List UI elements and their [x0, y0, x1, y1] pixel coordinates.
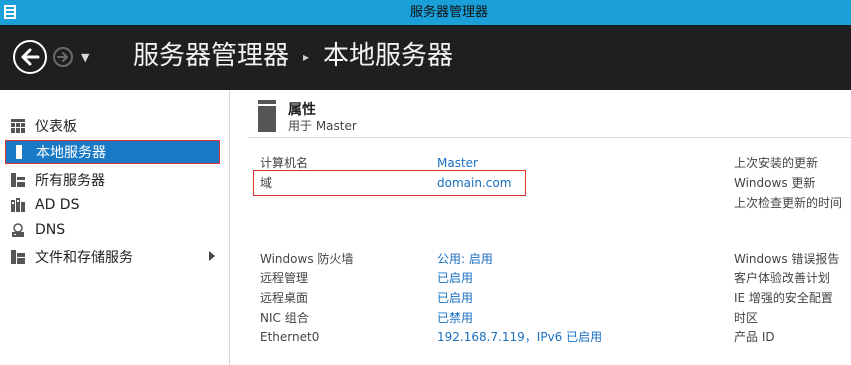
sidebar: 仪表板 本地服务器 所有服务器 AD DS DNS 文件和存储服务: [0, 90, 230, 365]
dashboard-icon: [11, 119, 25, 133]
dns-icon: [12, 223, 24, 237]
sidebar-item-all-servers[interactable]: 所有服务器: [5, 168, 220, 192]
sidebar-item-label: 文件和存储服务: [35, 250, 133, 266]
sidebar-item-local-server[interactable]: 本地服务器: [5, 140, 220, 164]
properties-divider: [248, 137, 851, 138]
property-value-remote-management-link[interactable]: 已启用: [437, 269, 473, 287]
file-storage-icon: [11, 250, 25, 264]
arrow-right-icon: [57, 52, 68, 62]
sidebar-item-label: 所有服务器: [35, 173, 105, 189]
breadcrumb-item-server-manager[interactable]: 服务器管理器: [133, 41, 289, 71]
breadcrumb-separator-icon: ▸: [303, 49, 310, 64]
properties-server-icon: [258, 100, 276, 132]
property-value-ethernet0-link[interactable]: 192.168.7.119，IPv6 已启用: [437, 328, 602, 346]
chevron-right-icon[interactable]: [209, 251, 215, 261]
sidebar-item-label: AD DS: [35, 197, 80, 213]
breadcrumb-item-local-server: 本地服务器: [323, 41, 454, 71]
domain-highlight-box: [253, 170, 526, 196]
property-value-firewall-link[interactable]: 公用: 启用: [437, 250, 493, 268]
property-value-nic-teaming-link[interactable]: 已禁用: [437, 309, 473, 327]
property-value-remote-desktop-link[interactable]: 已启用: [437, 289, 473, 307]
properties-title: 属性: [288, 102, 316, 118]
property-label-ethernet0: Ethernet0: [260, 330, 320, 344]
sidebar-item-dns[interactable]: DNS: [5, 218, 220, 242]
arrow-left-icon: [21, 48, 40, 66]
local-server-icon: [16, 145, 22, 159]
property-label-remote-management: 远程管理: [260, 271, 309, 285]
all-servers-icon: [11, 173, 25, 187]
property-label-firewall: Windows 防火墙: [260, 252, 354, 266]
property-label-remote-desktop: 远程桌面: [260, 291, 309, 305]
sidebar-item-ad-ds[interactable]: AD DS: [5, 193, 220, 217]
sidebar-item-dashboard[interactable]: 仪表板: [5, 114, 220, 138]
property-label-last-installed-updates: 上次安装的更新: [734, 156, 819, 170]
title-bar: 服务器管理器: [0, 0, 851, 25]
forward-button[interactable]: [53, 47, 73, 67]
property-label-last-checked-updates: 上次检查更新的时间: [734, 196, 843, 210]
property-label-windows-update: Windows 更新: [734, 176, 816, 190]
property-label-ie-esc: IE 增强的安全配置: [734, 291, 833, 305]
window-title: 服务器管理器: [410, 5, 489, 20]
sidebar-item-file-storage[interactable]: 文件和存储服务: [5, 245, 220, 269]
property-label-nic-teaming: NIC 组合: [260, 311, 309, 325]
sidebar-item-label: 本地服务器: [36, 145, 106, 161]
properties-subtitle: 用于 Master: [288, 119, 357, 133]
back-button[interactable]: [13, 40, 47, 74]
property-label-product-id: 产品 ID: [734, 330, 775, 344]
history-dropdown-icon[interactable]: ▼: [81, 51, 89, 64]
breadcrumb: 服务器管理器 ▸ 本地服务器: [133, 38, 453, 74]
ad-ds-icon: [11, 198, 25, 212]
header-bar: ▼ 服务器管理器 ▸ 本地服务器: [0, 25, 851, 90]
property-label-ceip: 客户体验改善计划: [734, 271, 831, 285]
sidebar-item-label: 仪表板: [35, 119, 77, 135]
property-label-error-reporting: Windows 错误报告: [734, 252, 840, 266]
sidebar-item-label: DNS: [35, 222, 66, 238]
property-label-time-zone: 时区: [734, 311, 759, 325]
